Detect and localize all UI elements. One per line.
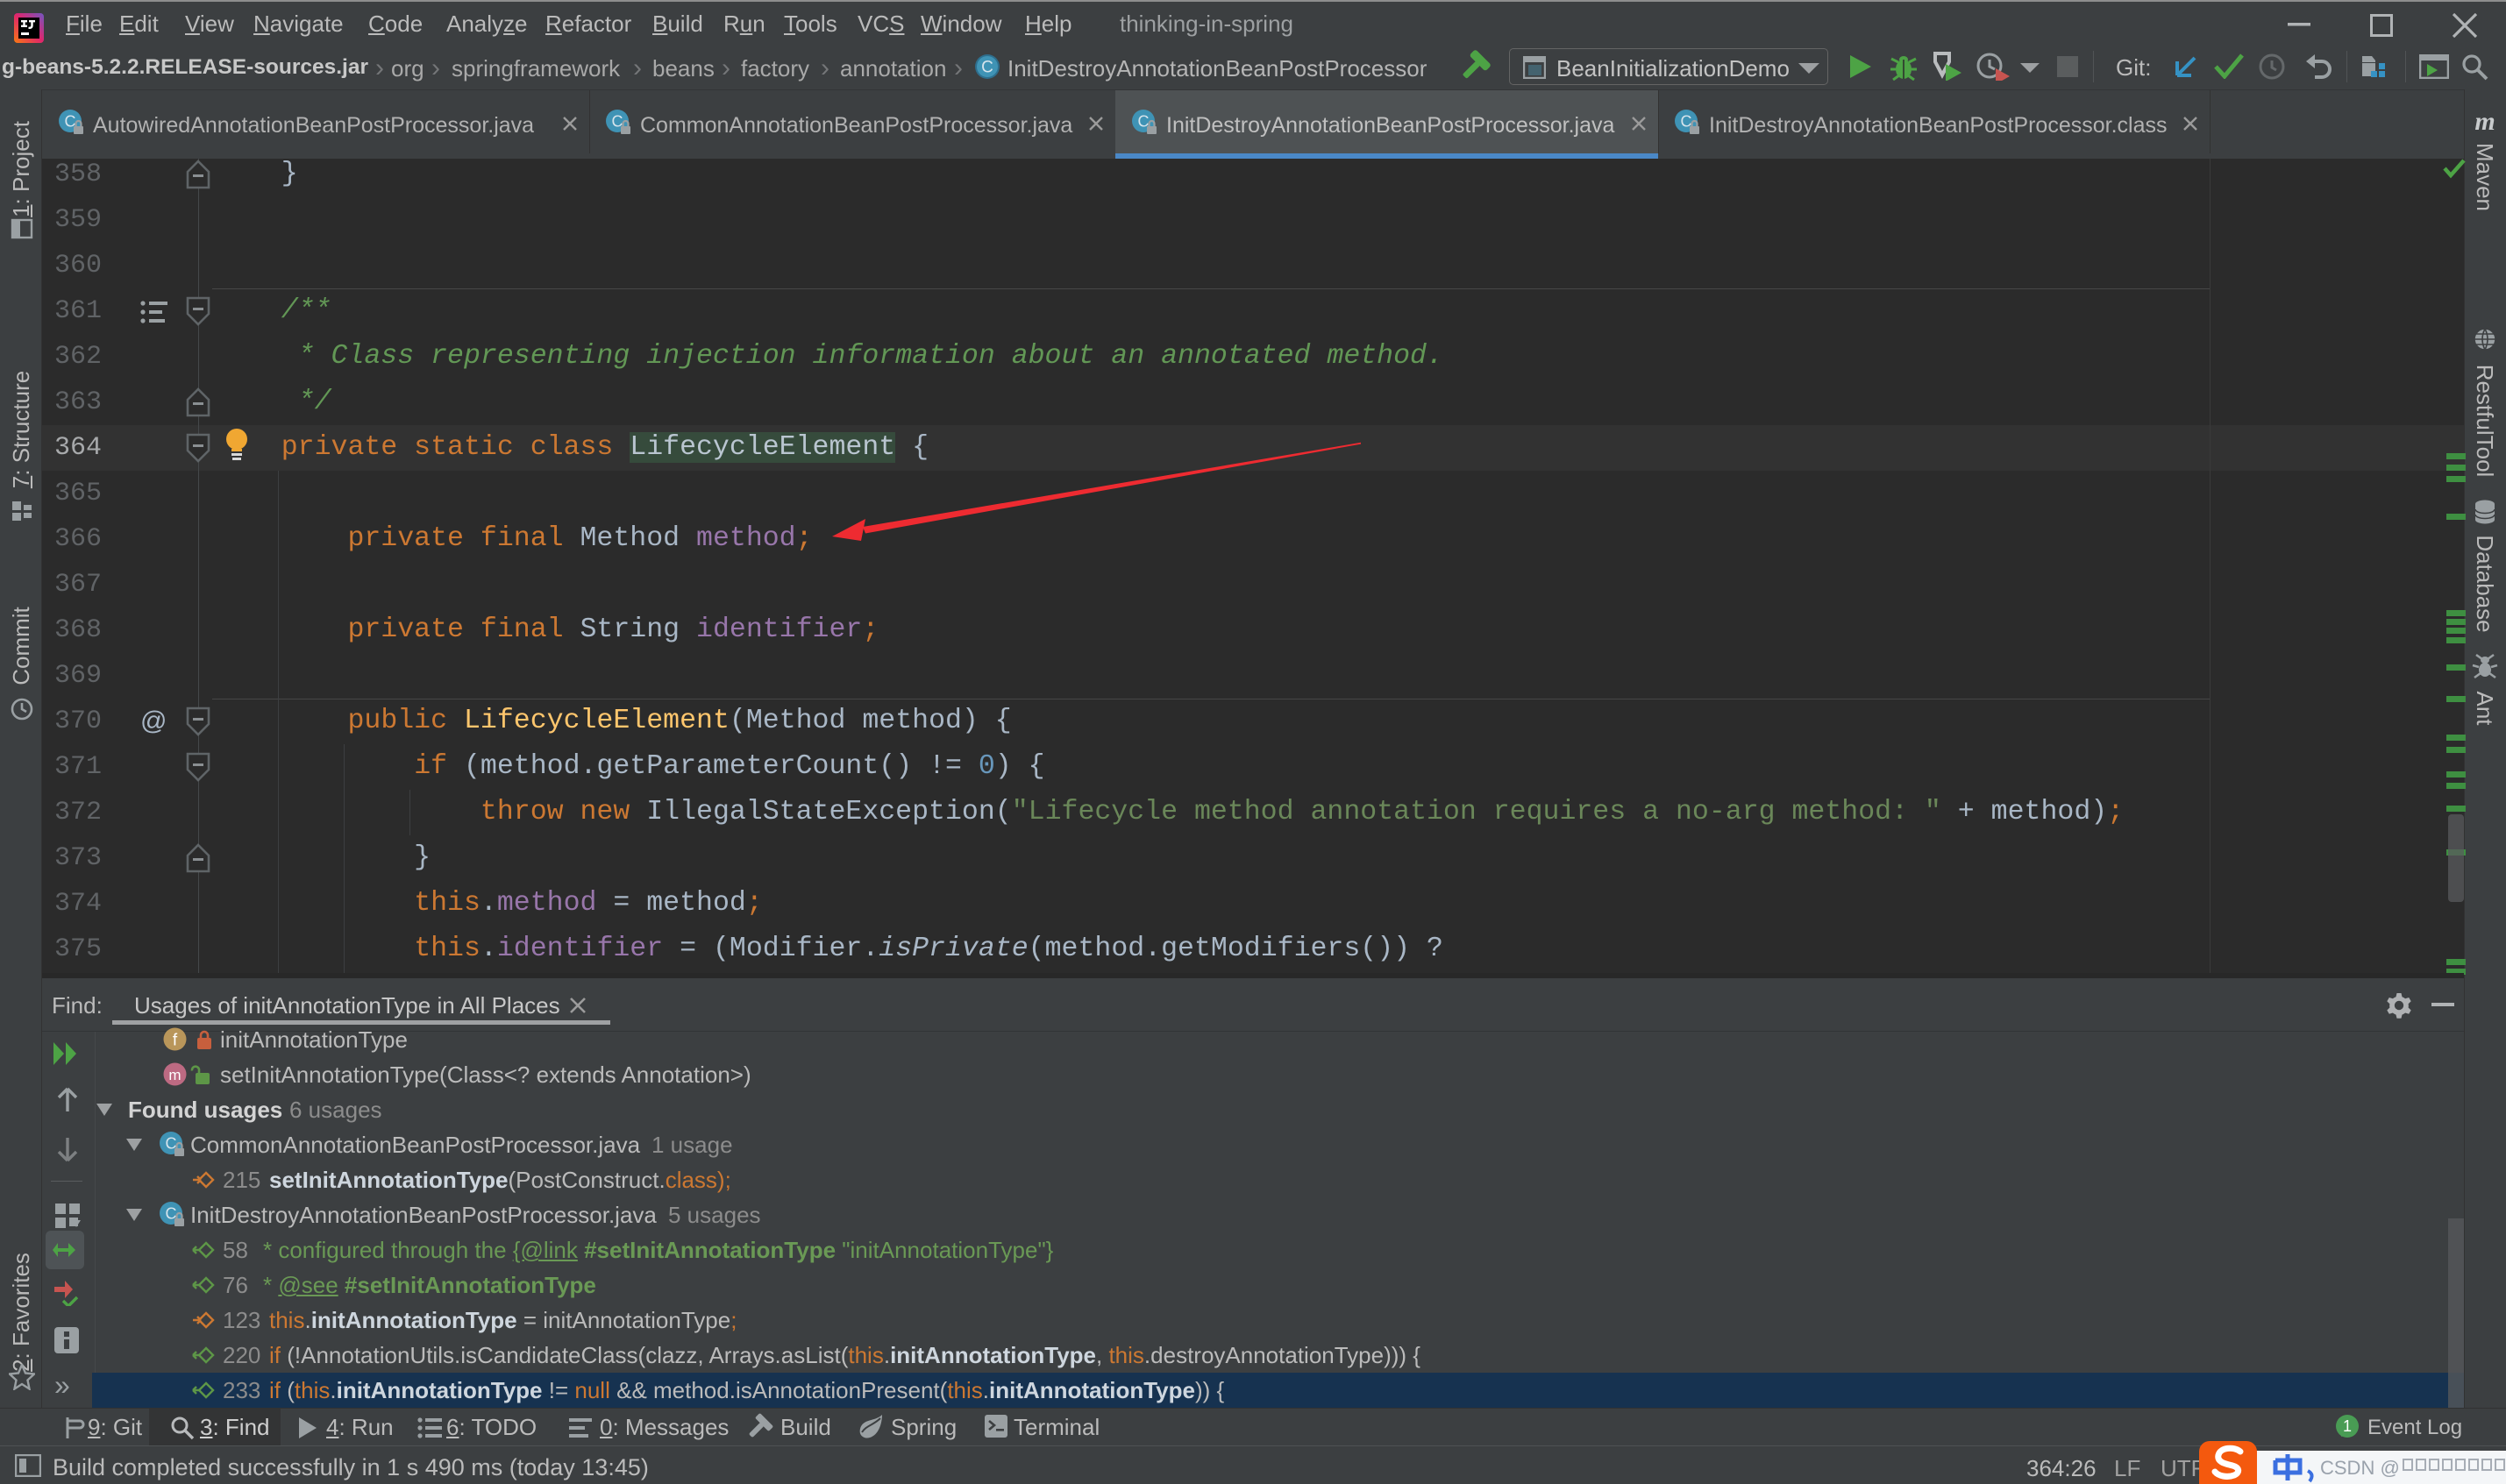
svg-text:C: C (981, 59, 993, 77)
svg-text:1: 1 (2343, 1417, 2352, 1435)
